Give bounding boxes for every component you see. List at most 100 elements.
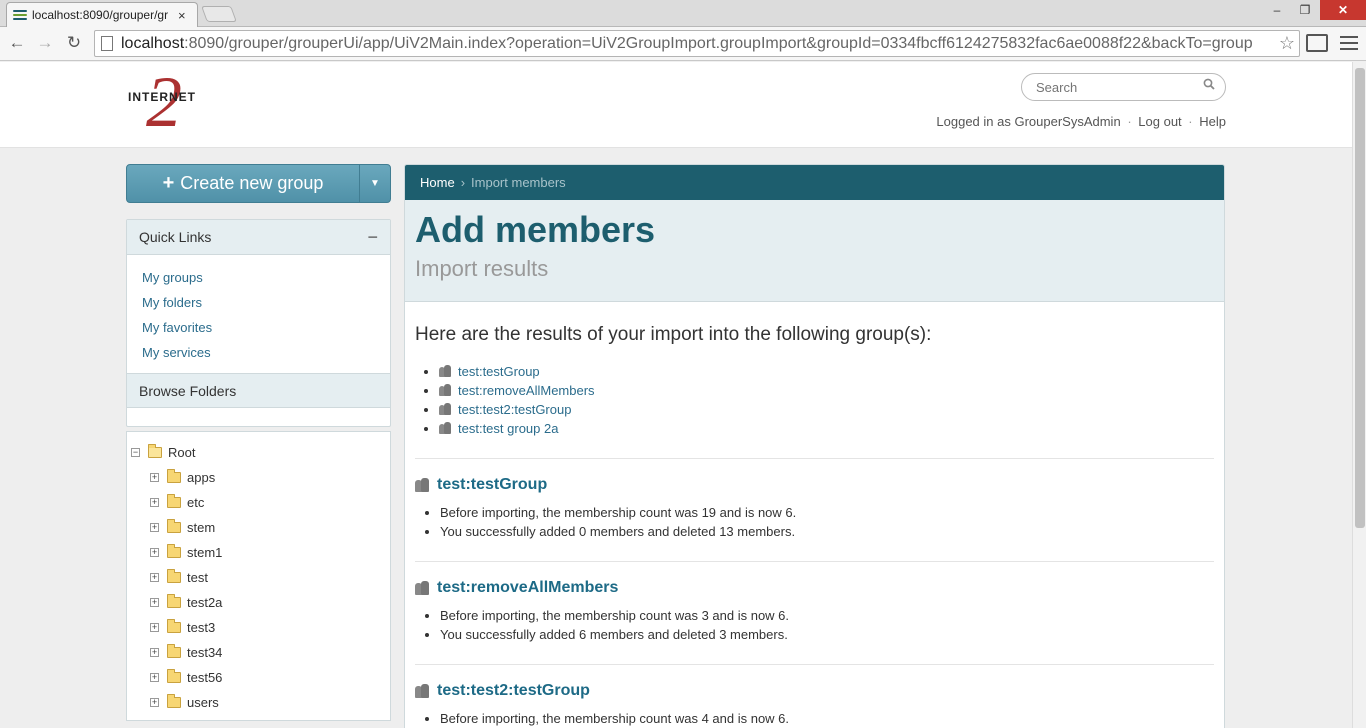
group-link[interactable]: test:test group 2a (458, 421, 558, 436)
tab-close-icon[interactable]: × (178, 8, 186, 23)
list-item: test:removeAllMembers (439, 383, 1214, 402)
tree-label[interactable]: test (187, 570, 208, 585)
tree-row[interactable]: + test3 (127, 615, 390, 640)
folder-icon (167, 469, 181, 483)
tree-row[interactable]: + etc (127, 490, 390, 515)
main-content: Home › Import members Add members Import… (404, 164, 1225, 728)
expand-toggle-icon[interactable]: + (150, 498, 159, 507)
grouper-favicon-icon (13, 9, 27, 21)
page-scrollbar[interactable] (1352, 62, 1366, 728)
group-icon (439, 365, 455, 377)
user-links: Logged in as GrouperSysAdmin · Log out ·… (936, 114, 1226, 129)
expand-toggle-icon[interactable]: + (150, 623, 159, 632)
separator: · (1127, 114, 1132, 129)
tree-row-root[interactable]: − Root (127, 440, 390, 465)
result-group-heading[interactable]: test:removeAllMembers (415, 579, 1214, 597)
tree-row[interactable]: + apps (127, 465, 390, 490)
tree-label[interactable]: users (187, 695, 219, 710)
tab-title: localhost:8090/grouper/gr (32, 8, 169, 22)
tree-row[interactable]: + test34 (127, 640, 390, 665)
tree-row[interactable]: + stem (127, 515, 390, 540)
my-groups-link[interactable]: My groups (142, 270, 203, 285)
reload-icon[interactable]: ↻ (62, 31, 86, 55)
result-line: Before importing, the membership count w… (440, 608, 1214, 627)
create-new-group-label: Create new group (180, 173, 324, 193)
breadcrumb: Home › Import members (405, 165, 1224, 200)
expand-toggle-icon[interactable]: + (150, 698, 159, 707)
create-new-group-main[interactable]: + Create new group (127, 165, 360, 202)
tree-label[interactable]: test3 (187, 620, 215, 635)
cast-icon[interactable] (1306, 34, 1328, 52)
new-tab-button[interactable] (201, 6, 237, 22)
chevron-right-icon: › (460, 175, 466, 190)
scrollbar-thumb[interactable] (1355, 68, 1365, 528)
create-new-group-button[interactable]: + Create new group ▼ (126, 164, 391, 203)
page-subtitle: Import results (415, 256, 549, 281)
tree-label[interactable]: stem1 (187, 545, 222, 560)
folder-icon (167, 619, 181, 633)
tree-label[interactable]: etc (187, 495, 204, 510)
page-title: Add members (415, 209, 656, 250)
tree-label[interactable]: stem (187, 520, 215, 535)
result-line: Before importing, the membership count w… (440, 505, 1214, 524)
chevron-down-icon[interactable]: ▼ (360, 165, 390, 202)
back-arrow-icon[interactable]: ← (5, 31, 29, 55)
group-link[interactable]: test:test2:testGroup (458, 402, 571, 417)
expand-toggle-icon[interactable]: + (150, 523, 159, 532)
my-favorites-link[interactable]: My favorites (142, 320, 212, 335)
logout-link[interactable]: Log out (1138, 114, 1181, 129)
window-maximize-button[interactable]: ❐ (1292, 0, 1318, 20)
my-folders-link[interactable]: My folders (142, 295, 202, 310)
result-group-heading[interactable]: test:test2:testGroup (415, 682, 1214, 700)
window-close-button[interactable]: ✕ (1320, 0, 1366, 20)
breadcrumb-home-link[interactable]: Home (420, 175, 455, 190)
tree-label[interactable]: test34 (187, 645, 222, 660)
expand-toggle-icon[interactable]: + (150, 598, 159, 607)
expand-toggle-icon[interactable]: + (150, 548, 159, 557)
url-text[interactable]: localhost:8090/grouper/grouperUi/app/UiV… (121, 35, 1275, 53)
search-icon[interactable] (1203, 78, 1215, 90)
collapse-toggle-icon[interactable]: − (131, 448, 140, 457)
group-icon (439, 403, 455, 415)
group-link[interactable]: test:removeAllMembers (458, 383, 595, 398)
expand-toggle-icon[interactable]: + (150, 648, 159, 657)
tree-row[interactable]: + test (127, 565, 390, 590)
tree-label[interactable]: test2a (187, 595, 222, 610)
browser-tab[interactable]: localhost:8090/grouper/gr × (6, 2, 198, 27)
result-details: Before importing, the membership count w… (440, 608, 1214, 646)
divider (415, 561, 1214, 562)
tree-row[interactable]: + stem1 (127, 540, 390, 565)
tree-label[interactable]: Root (168, 445, 195, 460)
help-link[interactable]: Help (1199, 114, 1226, 129)
internet2-logo[interactable]: 2 INTERNET (126, 66, 216, 138)
expand-toggle-icon[interactable]: + (150, 573, 159, 582)
tree-row[interactable]: + test2a (127, 590, 390, 615)
result-line: Before importing, the membership count w… (440, 711, 1214, 728)
result-group-heading[interactable]: test:testGroup (415, 476, 1214, 494)
expand-toggle-icon[interactable]: + (150, 673, 159, 682)
my-services-link[interactable]: My services (142, 345, 211, 360)
group-link[interactable]: test:testGroup (458, 364, 540, 379)
tree-label[interactable]: test56 (187, 670, 222, 685)
folder-icon (167, 594, 181, 608)
tree-label[interactable]: apps (187, 470, 215, 485)
result-section: test:test2:testGroup Before importing, t… (415, 682, 1214, 728)
search-input[interactable] (1021, 73, 1226, 101)
list-item: My folders (142, 290, 375, 315)
folder-icon (167, 694, 181, 708)
result-section: test:testGroup Before importing, the mem… (415, 476, 1214, 543)
browser-menu-icon[interactable] (1340, 36, 1358, 50)
collapse-icon[interactable]: − (367, 227, 378, 248)
window-minimize-button[interactable]: – (1262, 0, 1292, 20)
bookmark-star-icon[interactable]: ☆ (1275, 33, 1299, 54)
expand-toggle-icon[interactable]: + (150, 473, 159, 482)
forward-arrow-icon[interactable]: → (33, 31, 57, 55)
tree-row[interactable]: + users (127, 690, 390, 715)
result-details: Before importing, the membership count w… (440, 505, 1214, 543)
folder-icon (167, 644, 181, 658)
tree-row[interactable]: + test56 (127, 665, 390, 690)
page-viewport: 2 INTERNET Logged in as GrouperSysAdmin … (0, 62, 1352, 728)
divider (415, 458, 1214, 459)
address-bar[interactable]: localhost:8090/grouper/grouperUi/app/UiV… (94, 30, 1300, 57)
list-item: test:test group 2a (439, 421, 1214, 440)
